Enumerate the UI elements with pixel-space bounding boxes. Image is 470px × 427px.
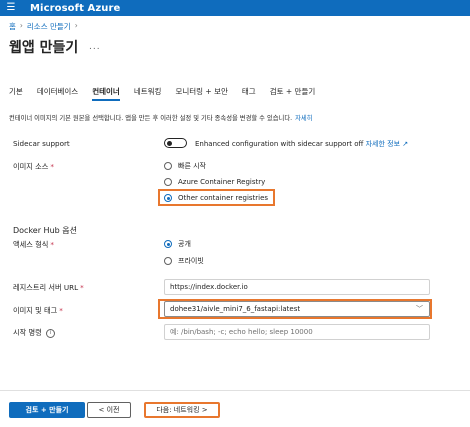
footer-divider	[0, 390, 470, 391]
chevron-down-icon[interactable]: ﹀	[416, 302, 423, 316]
sidecar-toggle-label: Enhanced configuration with sidecar supp…	[195, 140, 364, 148]
chevron-right-icon: ›	[19, 21, 23, 30]
review-create-button[interactable]: 검토 + 만들기	[9, 402, 85, 418]
toggle-knob	[167, 140, 172, 146]
learn-more-link[interactable]: 자세히	[295, 115, 312, 122]
required-marker: *	[80, 283, 84, 292]
sidecar-toggle-text: Enhanced configuration with sidecar supp…	[195, 139, 408, 149]
radio-quickstart-label: 빠른 시작	[178, 162, 206, 170]
tab-container[interactable]: 컨테이너	[92, 86, 120, 101]
description-text: 컨테이너 이미지의 기본 원본을 선택합니다. 앱을 만든 후 이러한 설정 및…	[9, 115, 293, 122]
radio-acr-label: Azure Container Registry	[178, 178, 266, 186]
radio-public[interactable]: 공개	[164, 239, 191, 249]
required-marker: *	[50, 240, 54, 249]
tab-monitoring-security[interactable]: 모니터링 + 보안	[175, 86, 227, 101]
radio-other-label: Other container registries	[178, 194, 269, 202]
registry-url-input[interactable]: https://index.docker.io	[164, 279, 430, 295]
tab-bar: 기본 데이터베이스 컨테이너 네트워킹 모니터링 + 보안 태그 검토 + 만들…	[9, 86, 329, 101]
radio-circle[interactable]	[164, 178, 172, 186]
image-tag-label: 이미지 및 태그 *	[13, 306, 63, 316]
image-source-label: 이미지 소스 *	[13, 162, 54, 172]
info-icon[interactable]: i	[45, 328, 55, 338]
more-options-icon[interactable]: ...	[89, 42, 101, 52]
radio-circle[interactable]	[164, 162, 172, 170]
radio-public-label: 공개	[178, 240, 191, 248]
registry-url-label-text: 레지스트리 서버 URL	[13, 283, 79, 292]
tab-networking[interactable]: 네트워킹	[134, 86, 162, 101]
breadcrumb-create-resource[interactable]: 리소스 만들기	[27, 21, 71, 32]
radio-quickstart[interactable]: 빠른 시작	[164, 161, 206, 171]
breadcrumb-home[interactable]: 홈	[9, 21, 16, 32]
radio-circle-selected[interactable]	[164, 240, 172, 248]
top-bar: ☰ Microsoft Azure	[0, 0, 470, 16]
tab-basics[interactable]: 기본	[9, 86, 23, 101]
docker-hub-section-title: Docker Hub 옵션	[13, 226, 77, 235]
hamburger-icon[interactable]: ☰	[0, 0, 22, 16]
startup-command-label-text: 시작 명령	[13, 328, 42, 337]
radio-other-container-registries[interactable]: Other container registries	[164, 194, 268, 202]
registry-url-label: 레지스트리 서버 URL *	[13, 283, 84, 293]
tab-review-create[interactable]: 검토 + 만들기	[270, 86, 316, 101]
breadcrumb: 홈 › 리소스 만들기 ›	[9, 21, 78, 32]
external-link-icon[interactable]: ↗	[402, 140, 408, 148]
required-marker: *	[59, 306, 63, 315]
radio-circle[interactable]	[164, 257, 172, 265]
image-tag-label-text: 이미지 및 태그	[13, 306, 58, 315]
image-tag-input[interactable]: dohee31/aivle_mini7_6_fastapi:latest ﹀	[164, 301, 430, 317]
tab-tags[interactable]: 태그	[242, 86, 256, 101]
radio-circle-selected[interactable]	[164, 194, 172, 202]
tab-database[interactable]: 데이터베이스	[37, 86, 78, 101]
startup-command-label: 시작 명령 i	[13, 328, 55, 338]
description: 컨테이너 이미지의 기본 원본을 선택합니다. 앱을 만든 후 이러한 설정 및…	[9, 113, 313, 122]
access-type-label: 액세스 형식 *	[13, 240, 54, 250]
radio-private[interactable]: 프라이빗	[164, 256, 204, 266]
sidecar-label: Sidecar support	[13, 139, 70, 148]
radio-private-label: 프라이빗	[178, 257, 204, 265]
access-type-label-text: 액세스 형식	[13, 240, 49, 249]
image-source-label-text: 이미지 소스	[13, 162, 49, 171]
page-title: 웹앱 만들기	[9, 40, 79, 56]
next-networking-button[interactable]: 다음: 네트워킹 >	[144, 402, 220, 418]
image-tag-value: dohee31/aivle_mini7_6_fastapi:latest	[170, 305, 301, 313]
chevron-right-icon: ›	[74, 21, 78, 30]
required-marker: *	[50, 162, 54, 171]
sidecar-learn-more-link[interactable]: 자세한 정보	[366, 140, 400, 148]
sidecar-toggle[interactable]	[164, 138, 187, 148]
startup-command-input[interactable]: 예: /bin/bash; -c; echo hello; sleep 1000…	[164, 324, 430, 340]
previous-button[interactable]: < 이전	[87, 402, 131, 418]
app-title[interactable]: Microsoft Azure	[30, 3, 120, 14]
radio-azure-container-registry[interactable]: Azure Container Registry	[164, 178, 265, 186]
